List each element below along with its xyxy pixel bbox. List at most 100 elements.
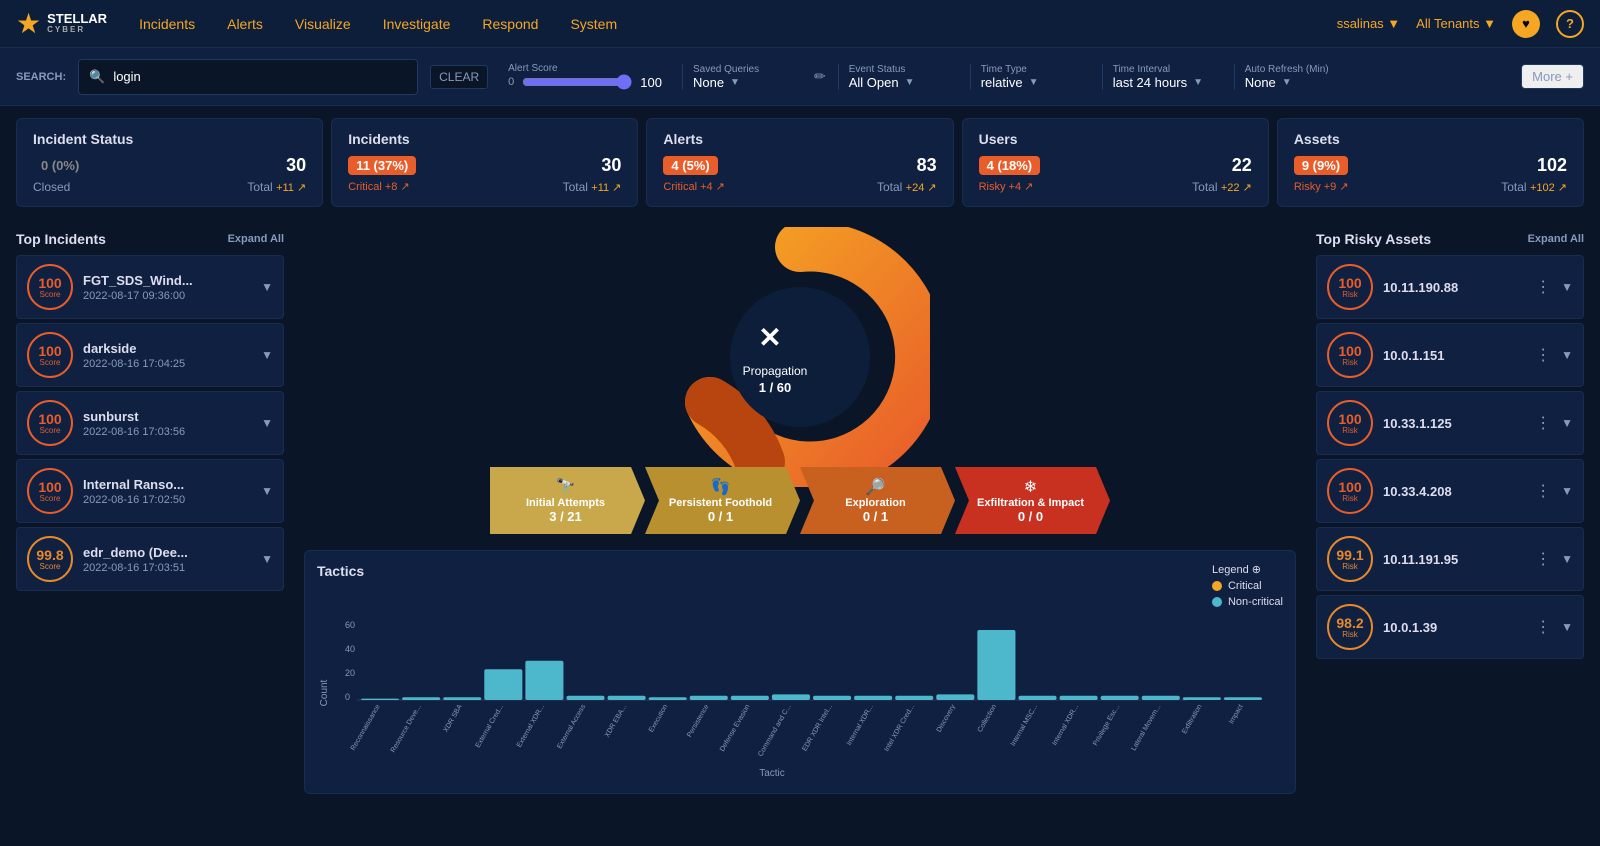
svg-text:20: 20 [345,668,355,678]
incident-item[interactable]: 100 Score FGT_SDS_Wind... 2022-08-17 09:… [16,255,284,319]
nav-visualize[interactable]: Visualize [295,16,351,32]
incident-item[interactable]: 100 Score darkside 2022-08-16 17:04:25 ▼ [16,323,284,387]
incident-info: edr_demo (Dee... 2022-08-16 17:03:51 [83,545,251,574]
nav-links: Incidents Alerts Visualize Investigate R… [139,16,1337,32]
stat-badge: 4 (5%) [663,156,717,175]
asset-menu-icon[interactable]: ⋮ [1535,413,1551,433]
asset-score-badge: 100 Risk [1327,468,1373,514]
nav-investigate[interactable]: Investigate [383,16,451,32]
tactics-chart-svg: Count 60 40 20 0 Tactic ReconnaissanceRe… [317,608,1283,778]
event-status-label: Event Status [849,64,948,75]
asset-score-badge: 98.2 Risk [1327,604,1373,650]
edit-icon[interactable]: ✏ [814,68,826,85]
asset-menu-icon[interactable]: ⋮ [1535,277,1551,297]
asset-item[interactable]: 100 Risk 10.11.190.88 ⋮ ▼ [1316,255,1584,319]
event-status-value: All Open ▼ [849,75,948,90]
incident-item[interactable]: 99.8 Score edr_demo (Dee... 2022-08-16 1… [16,527,284,591]
stat-number: 22 [1232,155,1252,176]
asset-menu-icon[interactable]: ⋮ [1535,481,1551,501]
nav-right: ssalinas ▼ All Tenants ▼ ♥ ? [1337,10,1584,38]
expand-all-incidents[interactable]: Expand All [228,233,284,245]
alert-score-min: 0 [508,76,514,88]
search-input[interactable] [113,69,393,84]
svg-text:Collection: Collection [977,703,998,733]
svg-text:Tactic: Tactic [759,768,785,778]
search-icon: 🔍 [89,69,105,85]
auto-refresh-label: Auto Refresh (Min) [1245,64,1344,75]
chevron-down-icon: ▼ [1561,348,1573,362]
nav-incidents[interactable]: Incidents [139,16,195,32]
saved-queries-dropdown[interactable]: Saved Queries None ▼ [682,64,802,90]
stat-card-title: Users [979,131,1252,147]
chevron-down-icon: ▼ [1561,280,1573,294]
stat-sub-left: Critical +4 ↗ [663,180,724,194]
stat-sub-left: Risky +4 ↗ [979,180,1034,194]
stat-card-incidents: Incidents 11 (37%) 30 Critical +8 ↗ Tota… [331,118,638,207]
event-status-dropdown[interactable]: Event Status All Open ▼ [838,64,958,90]
asset-score-badge: 100 Risk [1327,332,1373,378]
asset-menu-icon[interactable]: ⋮ [1535,549,1551,569]
asset-item[interactable]: 100 Risk 10.0.1.151 ⋮ ▼ [1316,323,1584,387]
svg-text:Command and C...: Command and C... [757,703,792,757]
stage-icon: ❄ [1024,477,1037,497]
svg-text:Execution: Execution [648,703,669,733]
nav-alerts[interactable]: Alerts [227,16,263,32]
stat-sub-left: Closed [33,180,70,194]
expand-all-assets[interactable]: Expand All [1528,233,1584,245]
search-input-wrap[interactable]: 🔍 [78,59,418,95]
asset-menu-icon[interactable]: ⋮ [1535,617,1551,637]
nav-help-button[interactable]: ? [1556,10,1584,38]
time-type-dropdown[interactable]: Time Type relative ▼ [970,64,1090,90]
top-incidents-title: Top Incidents Expand All [16,231,284,247]
stage-count: 0 / 1 [708,509,733,524]
stat-cards: Incident Status 0 (0%) 30 Closed Total +… [0,106,1600,219]
time-interval-value: last 24 hours ▼ [1113,75,1212,90]
chart-legend: Legend ⊕ Critical Non-critical [1212,563,1283,608]
stage-exploration: 🔎 Exploration 0 / 1 [800,467,955,534]
nav-system[interactable]: System [570,16,617,32]
more-button[interactable]: More + [1521,64,1584,89]
right-sidebar: Top Risky Assets Expand All 100 Risk 10.… [1304,219,1584,723]
saved-queries-label: Saved Queries [693,64,792,75]
stat-sub-right: Total +24 ↗ [877,180,937,194]
search-label: SEARCH: [16,71,66,83]
stat-sub-left: Risky +9 ↗ [1294,180,1349,194]
asset-item[interactable]: 98.2 Risk 10.0.1.39 ⋮ ▼ [1316,595,1584,659]
legend-non-critical: Non-critical [1212,596,1283,608]
asset-item[interactable]: 100 Risk 10.33.4.208 ⋮ ▼ [1316,459,1584,523]
asset-item[interactable]: 100 Risk 10.33.1.125 ⋮ ▼ [1316,391,1584,455]
svg-text:External Access: External Access [556,703,587,750]
nav-heart-button[interactable]: ♥ [1512,10,1540,38]
svg-text:40: 40 [345,644,355,654]
stat-sub-right: Total +22 ↗ [1192,180,1252,194]
legend-critical-dot [1212,581,1222,591]
time-interval-dropdown[interactable]: Time Interval last 24 hours ▼ [1102,64,1222,90]
nav-user[interactable]: ssalinas ▼ [1337,16,1400,31]
svg-text:Impact: Impact [1228,703,1245,725]
asset-item[interactable]: 99.1 Risk 10.11.191.95 ⋮ ▼ [1316,527,1584,591]
alert-score-slider[interactable] [522,74,632,90]
chevron-down-icon: ▼ [1561,620,1573,634]
saved-queries-value: None ▼ [693,75,792,90]
stat-badge: 11 (37%) [348,156,416,175]
incident-item[interactable]: 100 Score sunburst 2022-08-16 17:03:56 ▼ [16,391,284,455]
tactics-title: Tactics [317,563,364,579]
stat-card-assets: Assets 9 (9%) 102 Risky +9 ↗ Total +102 … [1277,118,1584,207]
incident-item[interactable]: 100 Score Internal Ranso... 2022-08-16 1… [16,459,284,523]
clear-button[interactable]: CLEAR [430,65,488,89]
chevron-down-icon: ▼ [261,552,273,566]
svg-text:Exfiltration: Exfiltration [1181,703,1203,735]
nav-tenant[interactable]: All Tenants ▼ [1416,16,1496,31]
chevron-down-icon: ▼ [261,416,273,430]
legend-critical: Critical [1212,580,1283,592]
incident-info: FGT_SDS_Wind... 2022-08-17 09:36:00 [83,273,251,302]
incident-info: Internal Ranso... 2022-08-16 17:02:50 [83,477,251,506]
chevron-down-icon: ▼ [1561,484,1573,498]
legend-non-critical-dot [1212,597,1222,607]
asset-menu-icon[interactable]: ⋮ [1535,345,1551,365]
time-type-value: relative ▼ [981,75,1080,90]
chevron-down-icon: ▼ [261,348,273,362]
auto-refresh-dropdown[interactable]: Auto Refresh (Min) None ▼ [1234,64,1354,90]
main-content: Top Incidents Expand All 100 Score FGT_S… [0,219,1600,739]
nav-respond[interactable]: Respond [482,16,538,32]
